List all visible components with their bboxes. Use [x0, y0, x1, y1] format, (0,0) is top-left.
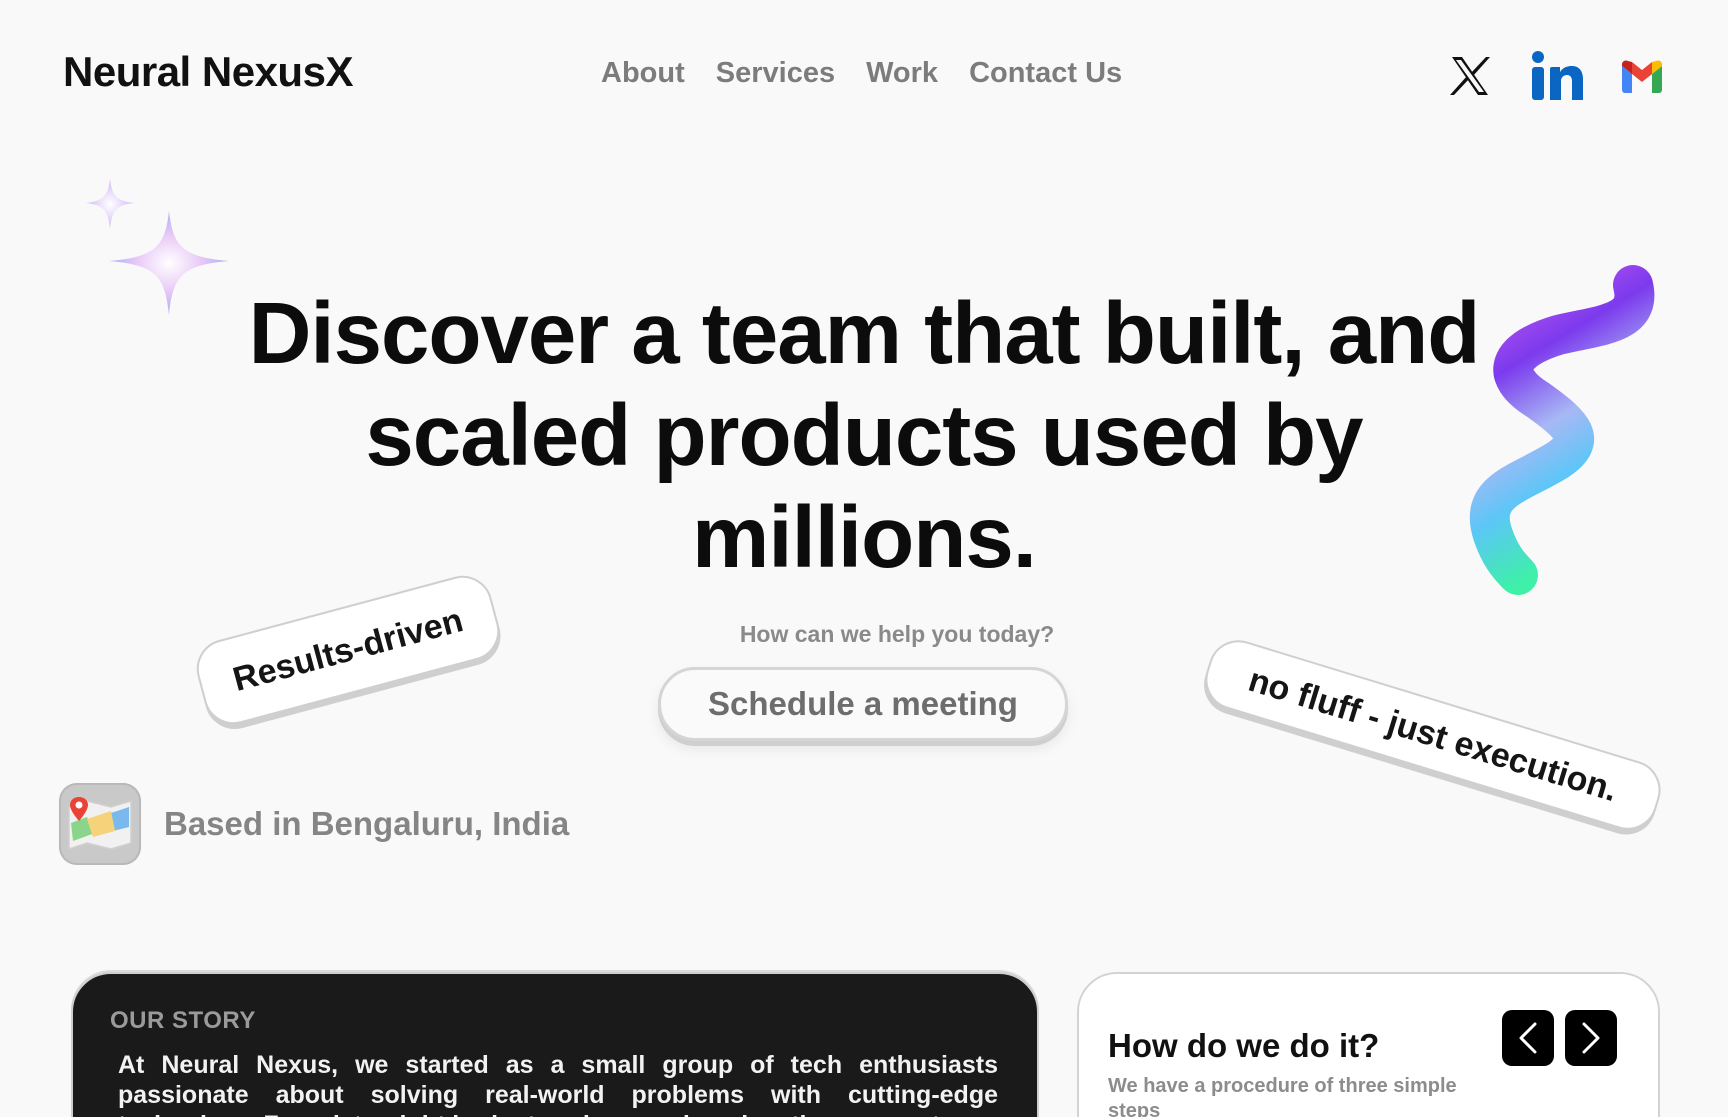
chevron-left-icon — [1519, 1022, 1537, 1054]
linkedin-icon[interactable] — [1528, 48, 1584, 104]
social-links — [1442, 48, 1670, 104]
hero-title: Discover a team that built, and scaled p… — [248, 285, 1481, 586]
how-we-do-it-card: How do we do it? We have a procedure of … — [1077, 972, 1660, 1117]
nav-contact-us[interactable]: Contact Us — [969, 57, 1122, 90]
next-button[interactable] — [1565, 1010, 1617, 1066]
nav-work[interactable]: Work — [866, 57, 938, 90]
help-text: How can we help you today? — [739, 621, 1055, 647]
landing-page: Neural NexusX About Services Work Contac… — [0, 0, 1728, 1117]
gmail-icon[interactable] — [1614, 48, 1670, 104]
nav-about[interactable]: About — [601, 57, 685, 90]
how-title: How do we do it? — [1108, 1027, 1380, 1064]
map-icon — [59, 783, 141, 865]
x-icon[interactable] — [1442, 48, 1498, 104]
no-fluff-tag: no fluff - just execution. — [1198, 632, 1668, 838]
brand-logo[interactable]: Neural NexusX — [63, 48, 353, 96]
story-text: At Neural Nexus, we started as a small g… — [118, 1051, 998, 1117]
chevron-right-icon — [1582, 1022, 1600, 1054]
schedule-meeting-button[interactable]: Schedule a meeting — [658, 667, 1068, 741]
location-text: Based in Bengaluru, India — [164, 805, 570, 842]
previous-button[interactable] — [1502, 1010, 1554, 1066]
our-story-card: OUR STORY At Neural Nexus, we started as… — [71, 972, 1039, 1117]
results-driven-tag: Results-driven — [190, 569, 506, 731]
story-label: OUR STORY — [110, 1007, 256, 1034]
location: Based in Bengaluru, India — [59, 783, 569, 865]
main-nav: About Services Work Contact Us — [601, 57, 1122, 90]
how-subtitle: We have a procedure of three simple step… — [1108, 1075, 1457, 1117]
nav-services[interactable]: Services — [716, 57, 835, 90]
